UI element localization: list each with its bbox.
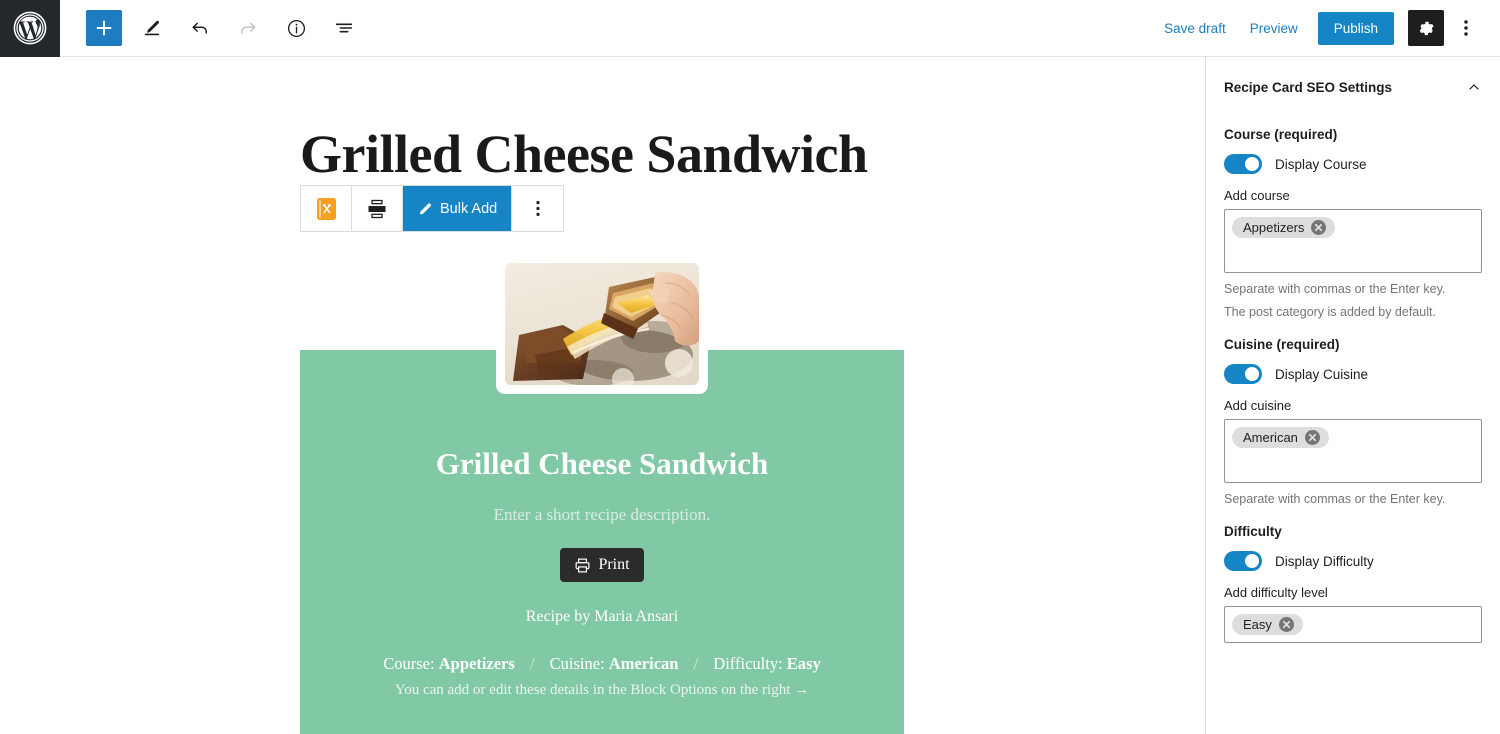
display-difficulty-toggle[interactable] [1224,551,1262,571]
recipe-description-placeholder[interactable]: Enter a short recipe description. [300,505,904,525]
settings-button[interactable] [1408,10,1444,46]
undo-arrow-icon [189,17,211,39]
gear-icon [1417,19,1436,38]
display-course-row: Display Course [1224,154,1482,174]
token-label: Easy [1243,617,1272,632]
course-help-2: The post category is added by default. [1224,305,1436,319]
list-view-button[interactable] [326,10,362,46]
align-center-icon [365,197,389,221]
remove-token-icon[interactable] [1304,430,1320,445]
kebab-menu-icon [1464,19,1468,37]
section-heading-course: Course (required) [1224,127,1338,142]
editor-top-bar: Save draft Preview Publish [0,0,1500,57]
display-cuisine-row: Display Cuisine [1224,364,1482,384]
bulk-add-label: Bulk Add [440,200,498,217]
details-button[interactable] [278,10,314,46]
cuisine-help-1: Separate with commas or the Enter key. [1224,492,1446,506]
redo-button[interactable] [230,10,266,46]
section-heading-difficulty: Difficulty [1224,524,1282,539]
print-button[interactable]: Print [560,548,644,582]
print-label: Print [598,556,630,573]
recipe-image[interactable] [505,263,699,385]
wordpress-logo-icon [13,11,47,45]
toggle-knob [1245,157,1259,171]
wordpress-logo-button[interactable] [0,0,60,57]
kebab-menu-icon [536,200,540,217]
publish-button[interactable]: Publish [1317,11,1394,45]
chevron-up-icon [1466,79,1482,95]
add-cuisine-input[interactable]: American [1224,419,1482,483]
pencil-icon [417,200,434,217]
token-chip[interactable]: American [1232,427,1329,448]
save-draft-button[interactable]: Save draft [1152,13,1238,44]
display-cuisine-toggle[interactable] [1224,364,1262,384]
recipe-seo-panel-header[interactable]: Recipe Card SEO Settings [1206,57,1500,109]
undo-button[interactable] [182,10,218,46]
meta-difficulty: Difficulty: Easy [713,654,821,673]
toolbar-left-group [60,10,374,46]
display-course-label: Display Course [1275,156,1367,172]
display-difficulty-row: Display Difficulty [1224,551,1482,571]
token-label: Appetizers [1243,220,1305,235]
editor-canvas: Grilled Cheese Sandwich Bulk Add Grilled… [0,57,1205,734]
add-course-input[interactable]: Appetizers [1224,209,1482,273]
display-cuisine-label: Display Cuisine [1275,366,1369,382]
add-difficulty-input[interactable]: Easy [1224,606,1482,643]
recipe-image-frame[interactable] [496,254,708,394]
add-course-label: Add course [1224,188,1290,203]
token-label: American [1243,430,1298,445]
meta-cuisine: Cuisine: American [549,654,679,673]
remove-token-icon[interactable] [1278,617,1294,632]
display-difficulty-label: Display Difficulty [1275,553,1374,569]
plus-icon [94,18,114,38]
recipe-meta-hint: You can add or edit these details in the… [394,682,810,698]
recipe-card-title[interactable]: Grilled Cheese Sandwich [300,446,904,482]
display-course-toggle[interactable] [1224,154,1262,174]
printer-icon [574,557,591,574]
toggle-knob [1245,554,1259,568]
list-view-icon [333,17,355,39]
recipe-card-block[interactable]: Grilled Cheese Sandwich Enter a short re… [300,254,904,734]
redo-arrow-icon [237,17,259,39]
meta-course: Course: Appetizers [383,654,515,673]
recipe-card-icon [316,197,337,221]
remove-token-icon[interactable] [1311,220,1327,235]
course-help-1: Separate with commas or the Enter key. [1224,282,1446,296]
block-toolbar: Bulk Add [300,185,565,232]
meta-separator: / [693,654,699,673]
add-cuisine-label: Add cuisine [1224,398,1292,413]
token-chip[interactable]: Appetizers [1232,217,1336,238]
info-circle-icon [286,18,307,39]
panel-title: Recipe Card SEO Settings [1224,79,1393,95]
bulk-add-button[interactable]: Bulk Add [403,186,513,231]
add-difficulty-label: Add difficulty level [1224,585,1328,600]
recipe-author: Recipe by Maria Ansari [525,608,679,625]
toolbar-right-group: Save draft Preview Publish [1152,10,1500,46]
recipe-seo-panel-body: Course (required) Display Course Add cou… [1206,127,1500,663]
more-options-button[interactable] [1450,10,1482,46]
section-heading-cuisine: Cuisine (required) [1224,337,1340,352]
toggle-knob [1245,367,1259,381]
add-block-button[interactable] [86,10,122,46]
preview-button[interactable]: Preview [1238,13,1310,44]
align-button[interactable] [352,186,403,231]
block-options-button[interactable] [512,186,564,231]
settings-sidebar: Recipe Card SEO Settings Course (require… [1205,57,1500,734]
recipe-card-block-button[interactable] [301,186,352,231]
token-chip[interactable]: Easy [1232,614,1303,635]
edit-tool-button[interactable] [134,10,170,46]
page-title[interactable]: Grilled Cheese Sandwich [300,123,1205,185]
pencil-icon [141,17,163,39]
recipe-meta-row: Course: Appetizers / Cuisine: American /… [300,654,904,674]
meta-separator: / [529,654,535,673]
